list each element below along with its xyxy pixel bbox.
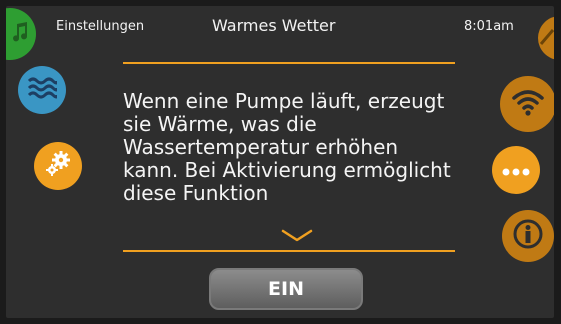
water-waves-icon [27,75,59,105]
jets-button[interactable] [18,66,66,114]
description-text: Wenn eine Pumpe läuft, erzeugt sie Wärme… [123,90,451,205]
wifi-icon [511,87,545,121]
wifi-button[interactable] [500,76,554,132]
music-button[interactable] [6,8,36,60]
info-icon [511,217,545,255]
more-dots-icon [502,161,530,180]
description-scroll-area[interactable]: Wenn eine Pumpe läuft, erzeugt sie Wärme… [123,90,455,216]
gears-icon [43,149,73,183]
brightness-button[interactable] [538,16,554,60]
screen: Einstellungen Warmes Wetter 8:01am Wenn … [6,6,554,318]
on-button[interactable]: EIN [209,268,363,310]
clock: 8:01am [464,19,514,34]
info-button[interactable] [502,210,554,262]
top-divider [123,62,455,64]
settings-link[interactable]: Einstellungen [56,19,144,34]
bottom-divider [123,250,455,252]
music-icon [6,20,32,48]
more-button[interactable] [492,146,540,194]
page-title: Warmes Wetter [212,16,336,35]
chevron-down-icon [280,229,314,248]
settings-button[interactable] [34,142,82,190]
scroll-down-button[interactable] [280,228,314,244]
brightness-icon [539,26,554,50]
